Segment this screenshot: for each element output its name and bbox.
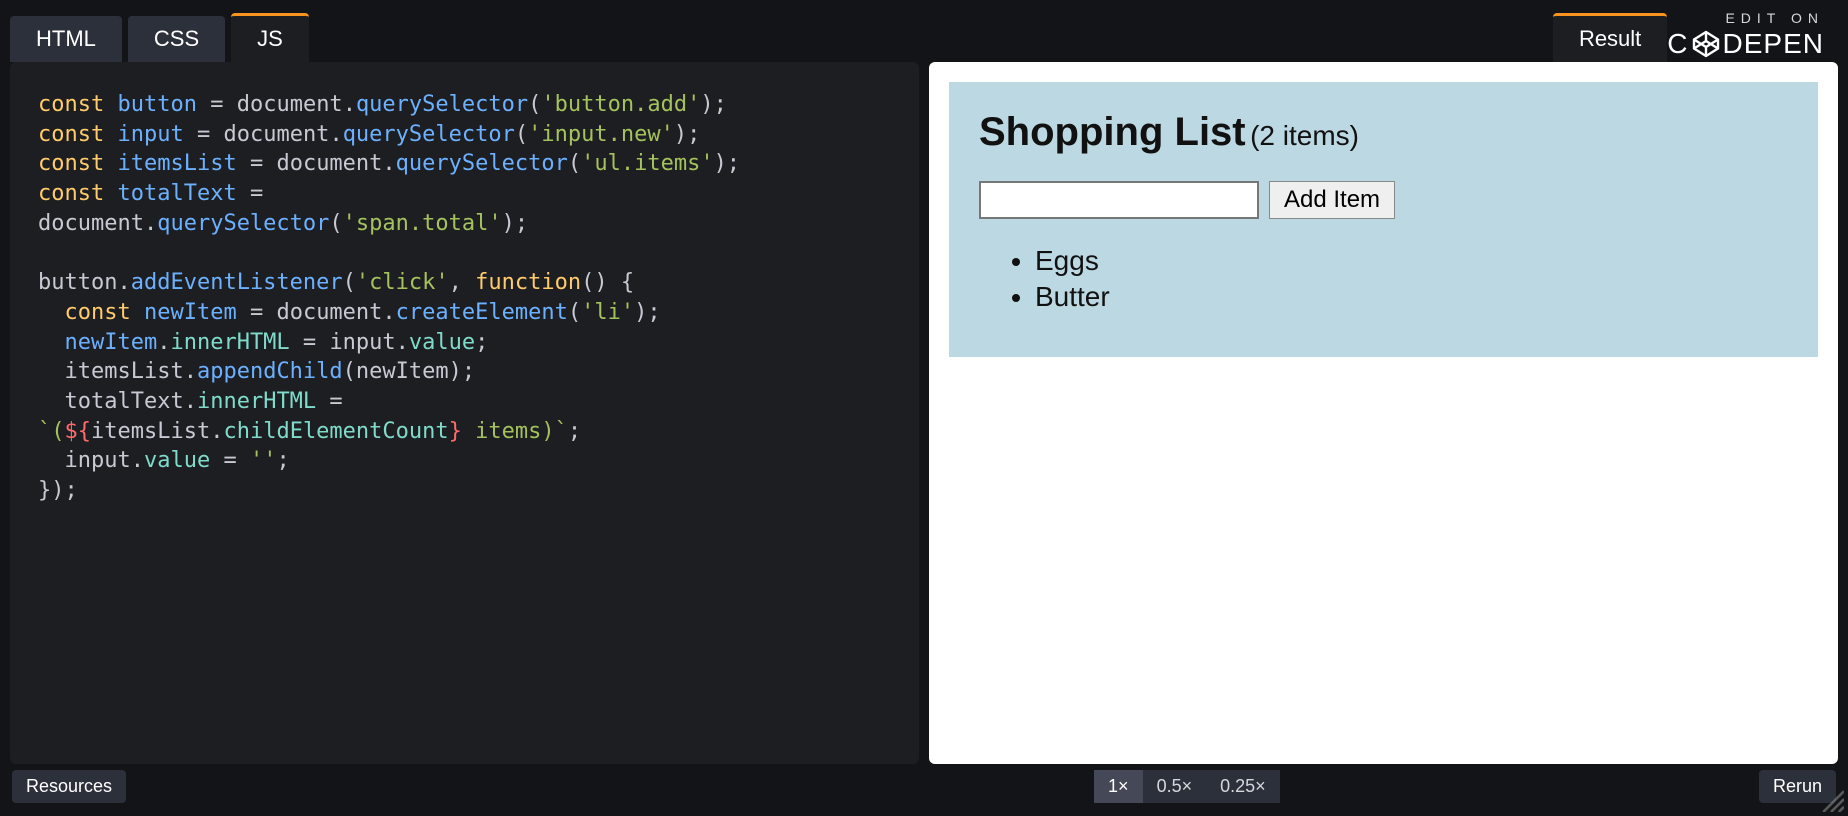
codepen-icon [1691,29,1721,59]
shopping-heading: Shopping List [979,110,1246,154]
tab-js[interactable]: JS [231,13,309,62]
list-item: Eggs [1035,245,1788,277]
bottom-bar: Resources 1× 0.5× 0.25× Rerun [0,764,1848,816]
tab-bar: HTML CSS JS Result EDIT ON C DEPEN [0,0,1848,62]
tab-html[interactable]: HTML [10,16,122,62]
tab-css[interactable]: CSS [128,16,225,62]
shopping-app: Shopping List (2 items) Add Item Eggs Bu… [949,82,1818,357]
new-item-input[interactable] [979,181,1259,219]
codepen-brand[interactable]: EDIT ON C DEPEN [1667,8,1838,62]
js-code-editor[interactable]: const button = document.querySelector('b… [10,62,919,764]
add-item-button[interactable]: Add Item [1269,181,1395,219]
items-list: Eggs Butter [979,245,1788,313]
codepen-logo: C DEPEN [1667,28,1824,60]
tab-result[interactable]: Result [1553,13,1667,62]
list-item: Butter [1035,281,1788,313]
zoom-0-5x[interactable]: 0.5× [1143,770,1207,803]
resize-grip-icon[interactable] [1818,786,1844,812]
zoom-1x[interactable]: 1× [1094,770,1143,803]
resources-button[interactable]: Resources [12,770,126,803]
zoom-controls: 1× 0.5× 0.25× [1094,770,1280,803]
result-panel: Shopping List (2 items) Add Item Eggs Bu… [929,62,1838,764]
code-panel: const button = document.querySelector('b… [10,62,919,764]
item-count-value: (2 items) [1250,120,1359,151]
zoom-0-25x[interactable]: 0.25× [1206,770,1280,803]
edit-on-label: EDIT ON [1725,10,1824,26]
